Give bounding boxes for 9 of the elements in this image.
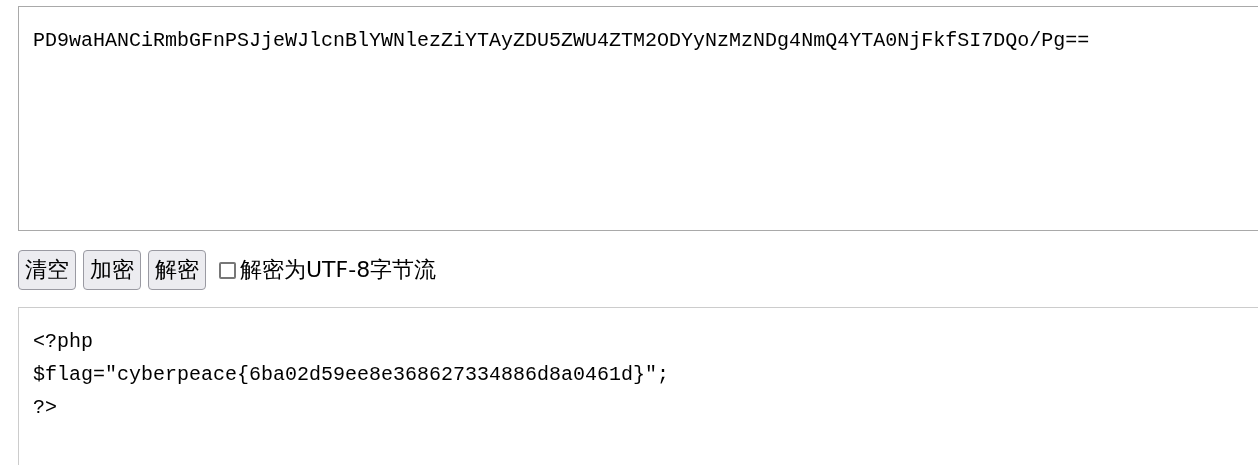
action-button[interactable]: 加密: [83, 250, 141, 290]
action-button[interactable]: 清空: [18, 250, 76, 290]
action-button[interactable]: 解密: [148, 250, 206, 290]
input-field[interactable]: PD9waHANCiRmbGFnPSJjeWJlcnBlYWNlezZiYTAyZDU5ZWU4ZTM2ODYyNzMzNDg4NmQ4YTA0NjFkfSI7DQo/Pg==: [18, 6, 1258, 231]
code-line: ?>: [33, 395, 58, 421]
checkbox[interactable]: [219, 261, 236, 279]
code-line: $flag="cyberpeace{6ba02d59ee8e368627334886d8a0461d}";: [33, 362, 671, 388]
checkbox-label: 解密为UTF-8字节流: [240, 256, 437, 284]
code-line: <?php: [33, 329, 94, 355]
